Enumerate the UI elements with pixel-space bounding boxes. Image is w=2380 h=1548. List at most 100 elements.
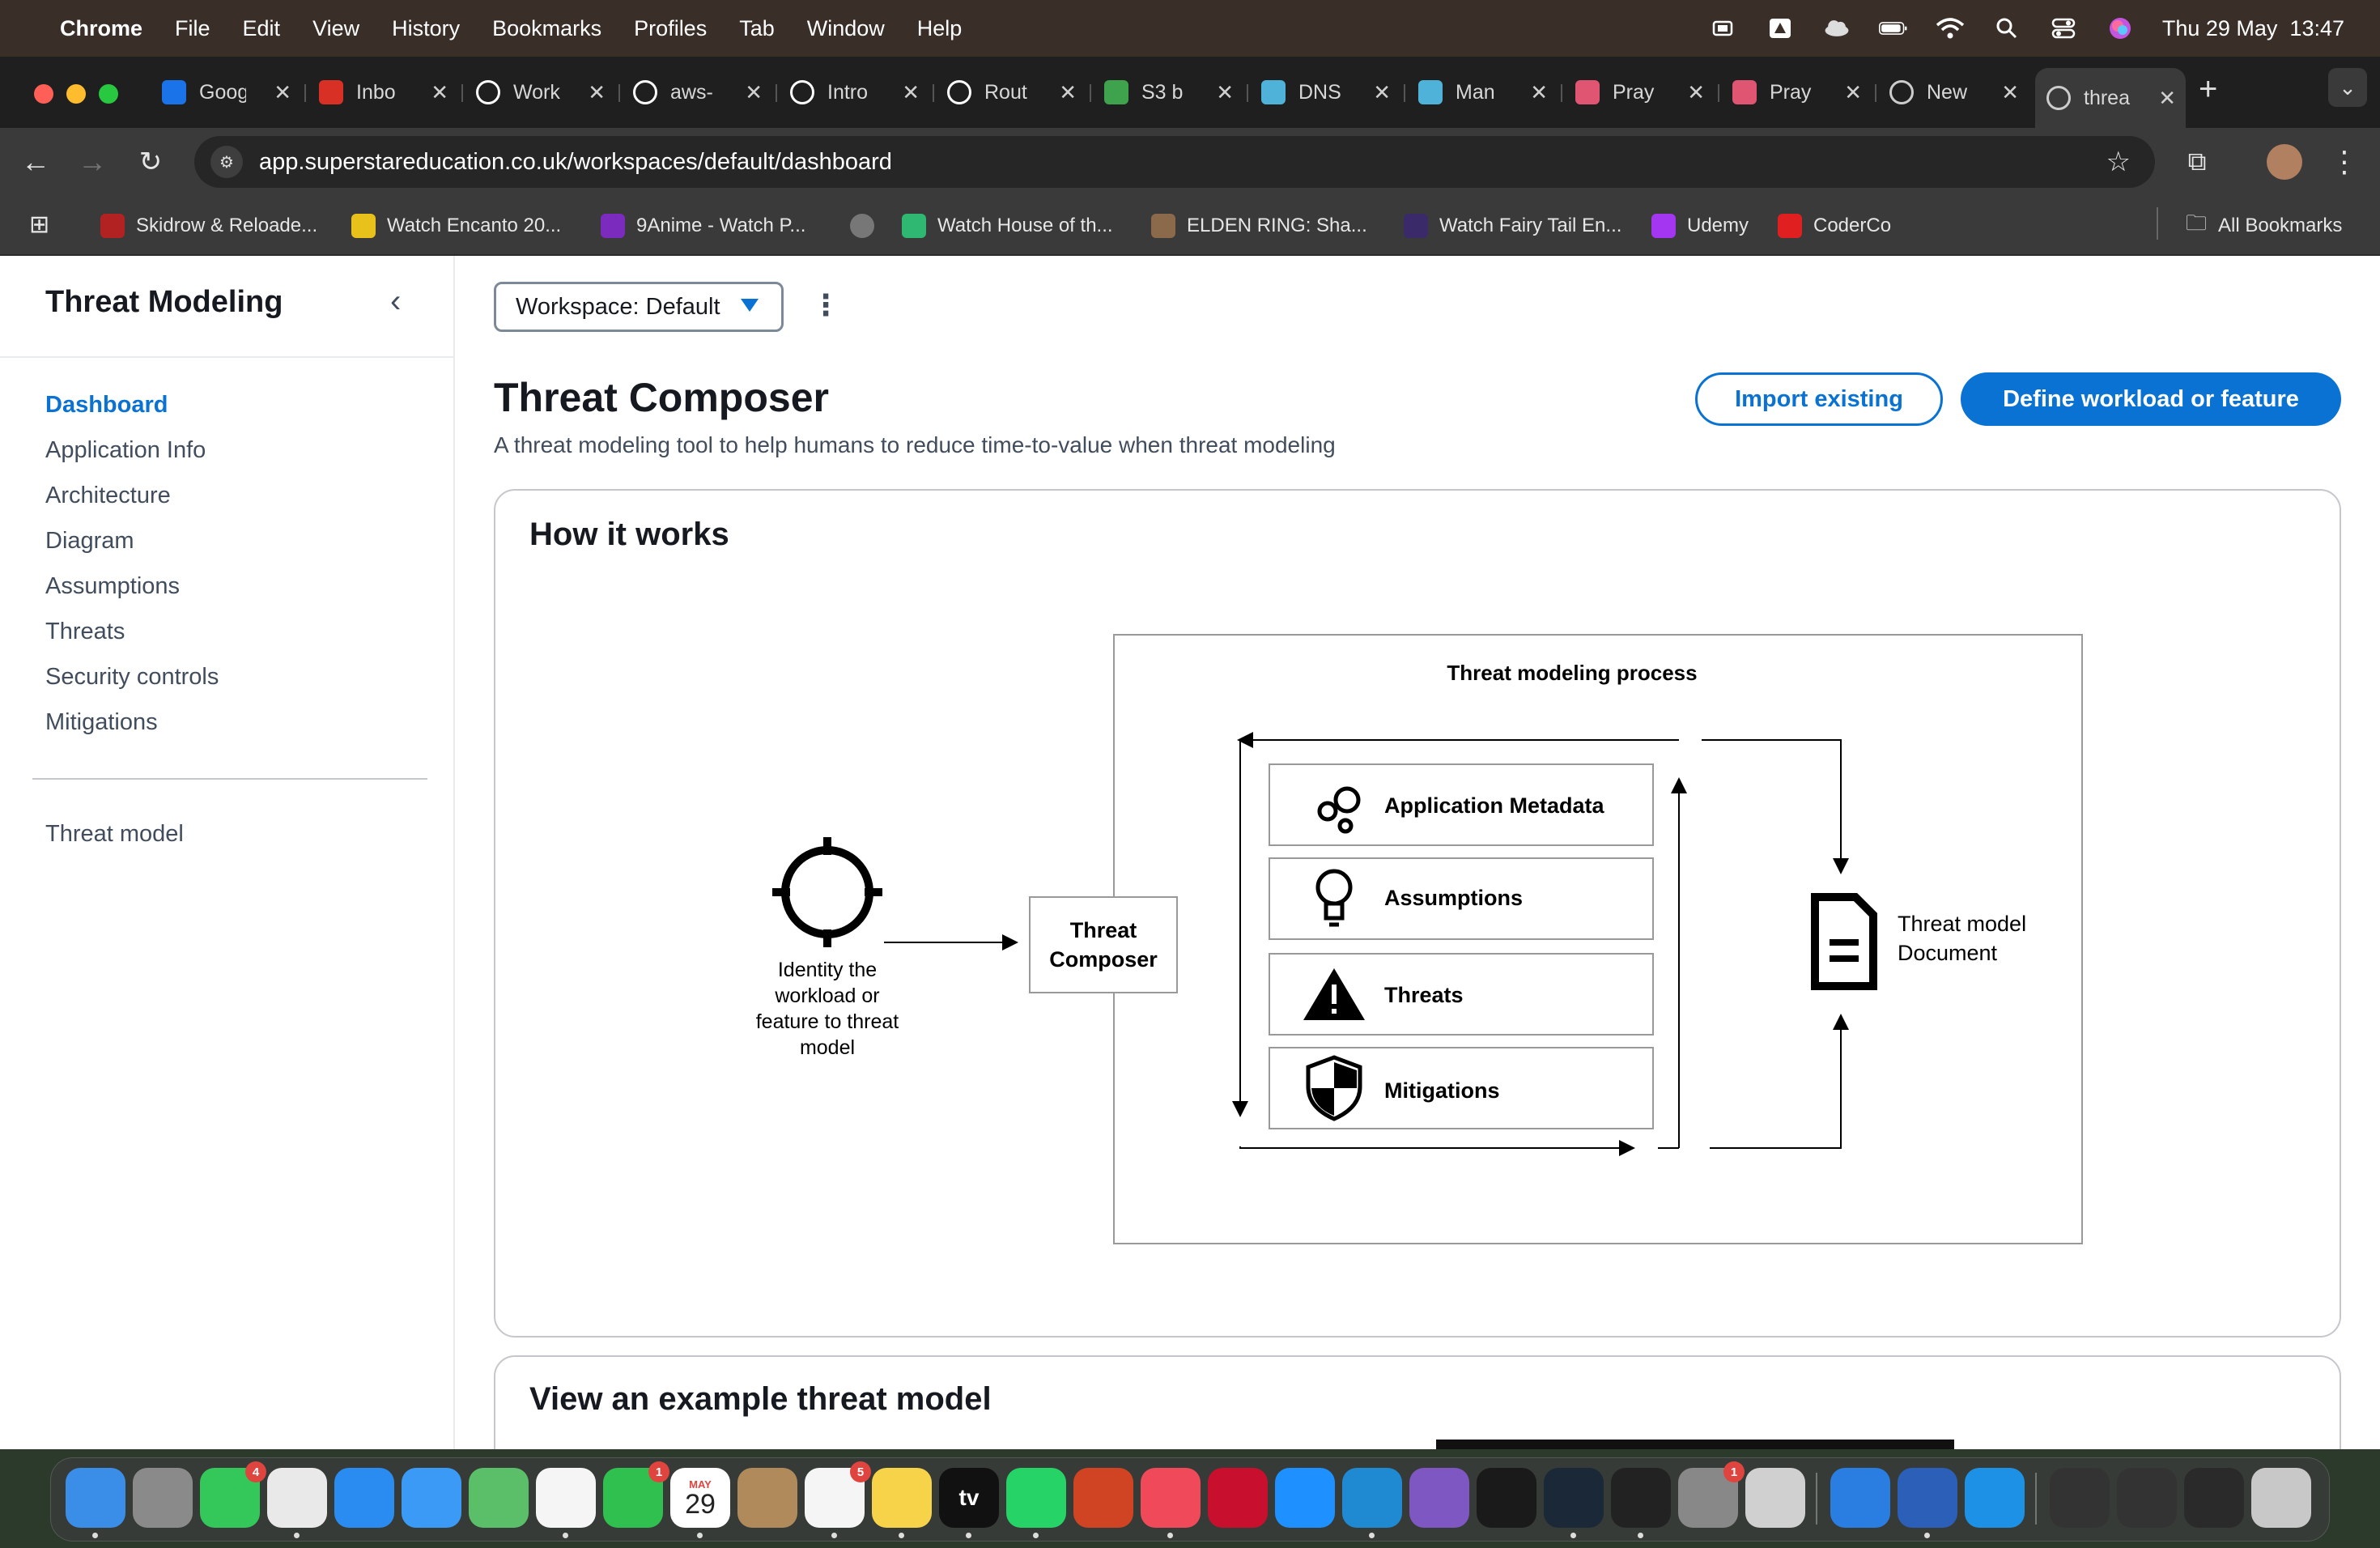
extensions-icon[interactable]: ⧉ bbox=[2178, 142, 2216, 181]
photos-icon[interactable] bbox=[536, 1468, 596, 1538]
acrobat-icon[interactable] bbox=[1208, 1468, 1268, 1528]
menu-history[interactable]: History bbox=[392, 16, 460, 41]
all-bookmarks-folder[interactable]: 🗀 All Bookmarks bbox=[2186, 211, 2342, 240]
close-tab-icon[interactable]: ✕ bbox=[902, 80, 920, 105]
recent-window-icon[interactable] bbox=[2184, 1468, 2244, 1528]
browser-tab[interactable]: Work ✕ bbox=[465, 68, 615, 117]
reminders-icon[interactable]: 5 bbox=[805, 1461, 871, 1538]
menu-bookmarks[interactable]: Bookmarks bbox=[492, 16, 601, 41]
close-tab-icon[interactable]: ✕ bbox=[588, 80, 606, 105]
menu-edit[interactable]: Edit bbox=[243, 16, 281, 41]
calendar-icon[interactable]: MAY 29 bbox=[670, 1468, 730, 1538]
browser-tab[interactable]: New ✕ bbox=[1878, 68, 2029, 117]
close-tab-icon[interactable]: ✕ bbox=[1059, 80, 1077, 105]
whatsapp-icon[interactable] bbox=[1006, 1468, 1066, 1538]
bookmark-item[interactable]: 9Anime - Watch P... bbox=[601, 212, 805, 240]
system-settings-icon[interactable]: 1 bbox=[1678, 1461, 1745, 1528]
steam-icon[interactable] bbox=[1544, 1468, 1604, 1538]
bookmark-star-icon[interactable]: ☆ bbox=[2106, 146, 2131, 178]
browser-tab[interactable]: Man ✕ bbox=[1407, 68, 1558, 117]
word-icon[interactable] bbox=[1898, 1468, 1957, 1538]
url-text[interactable]: app.superstareducation.co.uk/workspaces/… bbox=[259, 149, 892, 176]
control-center-icon[interactable] bbox=[2049, 17, 2078, 40]
browser-tab[interactable]: Rout ✕ bbox=[936, 68, 1086, 117]
bookmark-item[interactable]: Watch Encanto 20... bbox=[351, 212, 561, 240]
vscode-icon[interactable] bbox=[1342, 1468, 1402, 1538]
tab-search-icon[interactable]: ⌄ bbox=[2328, 68, 2367, 107]
close-tab-icon[interactable]: ✕ bbox=[1844, 80, 1862, 105]
safari-icon[interactable] bbox=[334, 1468, 394, 1528]
close-tab-icon[interactable]: ✕ bbox=[1530, 80, 1548, 105]
contacts-icon[interactable] bbox=[737, 1468, 797, 1528]
menu-app-name[interactable]: Chrome bbox=[60, 16, 142, 41]
messages-icon[interactable]: 4 bbox=[200, 1461, 266, 1528]
menubar-clock[interactable]: Thu 29 May 13:47 bbox=[2162, 16, 2344, 41]
window-close-button[interactable] bbox=[34, 84, 53, 104]
pycharm-icon[interactable] bbox=[1477, 1468, 1536, 1528]
bookmark-item[interactable]: Watch House of th... bbox=[902, 212, 1113, 240]
trash-icon[interactable] bbox=[2251, 1468, 2311, 1528]
close-tab-icon[interactable]: ✕ bbox=[431, 80, 448, 105]
apps-grid-icon[interactable]: ⊞ bbox=[29, 211, 49, 239]
terminal-icon[interactable] bbox=[1611, 1468, 1671, 1538]
browser-tab[interactable]: threa ✕ bbox=[2035, 68, 2186, 128]
wifi-icon[interactable] bbox=[1936, 17, 1965, 40]
apple-tv-icon[interactable]: tv bbox=[939, 1468, 999, 1538]
bookmark-item[interactable]: Watch Fairy Tail En... bbox=[1404, 212, 1621, 240]
finder-icon[interactable] bbox=[66, 1468, 125, 1538]
chrome-menu-icon[interactable]: ⋮ bbox=[2325, 142, 2364, 181]
sidebar-item-mitigations[interactable]: Mitigations bbox=[45, 709, 158, 736]
docker-icon[interactable] bbox=[1965, 1468, 2025, 1528]
menu-view[interactable]: View bbox=[312, 16, 359, 41]
maps-icon[interactable] bbox=[469, 1468, 529, 1528]
close-tab-icon[interactable]: ✕ bbox=[1216, 80, 1234, 105]
bookmark-item[interactable]: Udemy bbox=[1651, 212, 1749, 240]
chrome-icon[interactable] bbox=[267, 1468, 327, 1538]
close-tab-icon[interactable]: ✕ bbox=[745, 80, 763, 105]
back-arrow-icon[interactable]: ← bbox=[16, 142, 55, 181]
bookmark-item[interactable]: CoderCo bbox=[1778, 212, 1891, 240]
xcode-icon[interactable] bbox=[1830, 1468, 1890, 1528]
powerpoint-icon[interactable] bbox=[1073, 1468, 1133, 1528]
browser-tab[interactable]: Inbo ✕ bbox=[308, 68, 458, 117]
spotlight-search-icon[interactable] bbox=[1992, 17, 2021, 40]
app-store-icon[interactable] bbox=[1275, 1468, 1335, 1528]
browser-tab[interactable]: aws- ✕ bbox=[622, 68, 772, 117]
recent-window-icon[interactable] bbox=[2050, 1468, 2110, 1528]
browser-tab[interactable]: Pray ✕ bbox=[1564, 68, 1715, 117]
sidebar-item-diagram[interactable]: Diagram bbox=[45, 528, 134, 555]
workspace-select[interactable]: Workspace: Default bbox=[494, 282, 784, 332]
siri-icon[interactable] bbox=[2106, 17, 2135, 40]
menu-help[interactable]: Help bbox=[917, 16, 963, 41]
launchpad-icon[interactable] bbox=[133, 1468, 193, 1528]
browser-tab[interactable]: Goog ✕ bbox=[151, 68, 301, 117]
reload-icon[interactable]: ↻ bbox=[131, 142, 170, 181]
visual-studio-icon[interactable] bbox=[1409, 1468, 1469, 1528]
google-drive-icon[interactable] bbox=[1766, 17, 1795, 40]
browser-tab[interactable]: DNS ✕ bbox=[1250, 68, 1400, 117]
notes-icon[interactable] bbox=[872, 1468, 932, 1538]
close-tab-icon[interactable]: ✕ bbox=[1373, 80, 1391, 105]
browser-tab[interactable]: Intro ✕ bbox=[779, 68, 929, 117]
menu-profiles[interactable]: Profiles bbox=[634, 16, 707, 41]
site-settings-icon[interactable]: ⚙ bbox=[210, 146, 243, 178]
import-existing-button[interactable]: Import existing bbox=[1695, 372, 1943, 426]
iphone-mirroring-icon[interactable] bbox=[1745, 1468, 1805, 1528]
sidebar-item-assumptions[interactable]: Assumptions bbox=[45, 573, 180, 600]
sidebar-item-application-info[interactable]: Application Info bbox=[45, 437, 206, 464]
address-bar[interactable]: ⚙ app.superstareducation.co.uk/workspace… bbox=[194, 136, 2155, 188]
close-tab-icon[interactable]: ✕ bbox=[274, 80, 291, 105]
menu-window[interactable]: Window bbox=[807, 16, 885, 41]
mail-icon[interactable] bbox=[402, 1468, 461, 1528]
bookmark-item[interactable]: ELDEN RING: Sha... bbox=[1151, 212, 1367, 240]
new-tab-icon[interactable]: + bbox=[2199, 71, 2217, 108]
close-tab-icon[interactable]: ✕ bbox=[2158, 86, 2176, 111]
chevron-left-icon[interactable]: ‹ bbox=[390, 283, 401, 320]
bookmark-item[interactable]: Skidrow & Reloade... bbox=[100, 212, 317, 240]
menu-file[interactable]: File bbox=[175, 16, 210, 41]
forward-arrow-icon[interactable]: → bbox=[73, 142, 112, 181]
window-minimize-button[interactable] bbox=[66, 84, 86, 104]
browser-tab[interactable]: Pray ✕ bbox=[1721, 68, 1872, 117]
close-tab-icon[interactable]: ✕ bbox=[2001, 80, 2019, 105]
battery-icon[interactable] bbox=[1878, 17, 1908, 40]
